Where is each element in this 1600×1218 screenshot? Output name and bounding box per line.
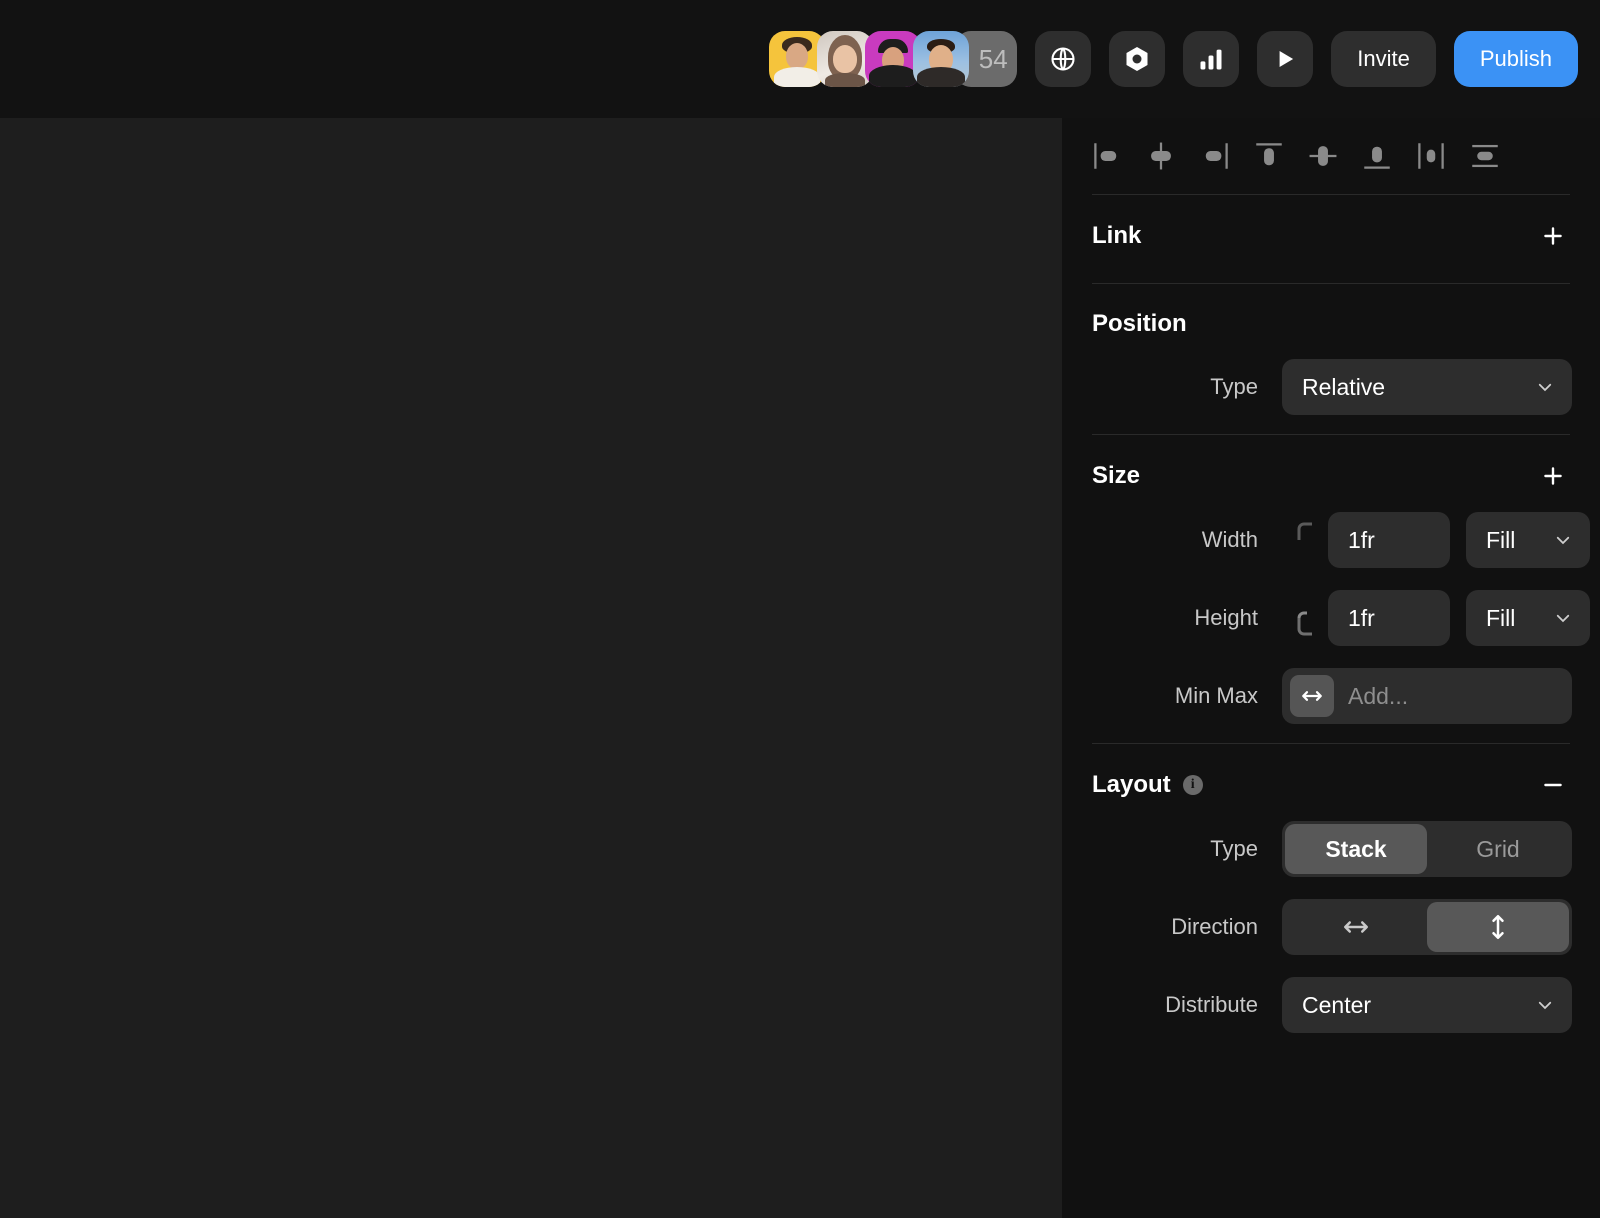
layout-section-header: Layout i: [1062, 744, 1600, 818]
align-top-icon[interactable]: [1242, 129, 1296, 183]
layout-distribute-select[interactable]: Center: [1282, 977, 1572, 1033]
size-width-input[interactable]: 1fr: [1328, 512, 1450, 568]
alignment-toolbar: [1062, 118, 1600, 194]
size-section-title: Size: [1092, 462, 1140, 490]
link-add-button[interactable]: [1538, 221, 1568, 251]
analytics-icon[interactable]: [1183, 31, 1239, 87]
chain-link-icon: [1294, 510, 1316, 570]
layout-direction-row: Direction: [1062, 896, 1600, 958]
size-minmax-placeholder: Add...: [1348, 683, 1408, 710]
chevron-down-icon: [1536, 996, 1554, 1014]
size-height-label: Height: [1092, 605, 1282, 631]
globe-icon[interactable]: [1035, 31, 1091, 87]
position-type-select[interactable]: Relative: [1282, 359, 1572, 415]
layout-distribute-value: Center: [1302, 992, 1371, 1019]
position-section-title: Position: [1092, 310, 1187, 338]
position-type-row: Type Relative: [1062, 356, 1600, 418]
info-icon[interactable]: i: [1183, 775, 1203, 795]
size-height-input[interactable]: 1fr: [1328, 590, 1450, 646]
align-center-horizontal-icon[interactable]: [1134, 129, 1188, 183]
size-height-row: Height 1fr Fill: [1062, 587, 1600, 649]
size-link-top-bracket: [1282, 510, 1328, 570]
properties-panel: Link Position Type Relative: [1062, 118, 1600, 1218]
size-width-unit-select[interactable]: Fill: [1466, 512, 1590, 568]
size-width-label: Width: [1092, 527, 1282, 553]
layout-type-row: Type Stack Grid: [1062, 818, 1600, 880]
design-canvas[interactable]: [0, 118, 1062, 1218]
layout-section-title: Layout i: [1092, 771, 1203, 799]
avatar[interactable]: [913, 31, 969, 87]
toolbar-right-group: 54: [769, 31, 1578, 87]
position-type-label: Type: [1092, 374, 1282, 400]
link-section-header: Link: [1062, 195, 1600, 269]
position-type-value: Relative: [1302, 374, 1385, 401]
invite-button[interactable]: Invite: [1331, 31, 1436, 87]
size-width-row: Width 1fr Fill: [1062, 509, 1600, 571]
size-height-unit-value: Fill: [1486, 605, 1515, 632]
vertical-arrow-icon: [1483, 912, 1513, 942]
layout-distribute-row: Distribute Center: [1062, 974, 1600, 1036]
design-editor-window: 54: [0, 0, 1600, 1218]
components-icon[interactable]: [1109, 31, 1165, 87]
layout-type-option-stack[interactable]: Stack: [1285, 824, 1427, 874]
horizontal-resize-icon[interactable]: [1290, 675, 1334, 717]
preview-play-icon[interactable]: [1257, 31, 1313, 87]
align-right-icon[interactable]: [1188, 129, 1242, 183]
chevron-down-icon: [1536, 378, 1554, 396]
layout-direction-horizontal[interactable]: [1285, 902, 1427, 952]
align-bottom-icon[interactable]: [1350, 129, 1404, 183]
size-height-unit-select[interactable]: Fill: [1466, 590, 1590, 646]
layout-direction-vertical[interactable]: [1427, 902, 1569, 952]
top-toolbar: 54: [0, 0, 1600, 118]
layout-type-segmented-control: Stack Grid: [1282, 821, 1572, 877]
size-minmax-label: Min Max: [1092, 683, 1282, 709]
size-minmax-field[interactable]: Add...: [1282, 668, 1572, 724]
link-section-title: Link: [1092, 222, 1141, 250]
align-left-icon[interactable]: [1080, 129, 1134, 183]
position-section-header: Position: [1062, 284, 1600, 356]
collaborator-avatar-stack[interactable]: 54: [769, 31, 1017, 87]
align-center-vertical-icon[interactable]: [1296, 129, 1350, 183]
layout-type-label: Type: [1092, 836, 1282, 862]
publish-button[interactable]: Publish: [1454, 31, 1578, 87]
size-section-header: Size: [1062, 435, 1600, 509]
chevron-down-icon: [1554, 609, 1572, 627]
chevron-down-icon: [1554, 531, 1572, 549]
distribute-horizontal-icon[interactable]: [1404, 129, 1458, 183]
horizontal-arrow-icon: [1341, 912, 1371, 942]
layout-direction-label: Direction: [1092, 914, 1282, 940]
layout-distribute-label: Distribute: [1092, 992, 1282, 1018]
layout-direction-segmented-control: [1282, 899, 1572, 955]
size-link-toggle[interactable]: [1282, 588, 1328, 648]
layout-type-option-grid[interactable]: Grid: [1427, 824, 1569, 874]
layout-collapse-button[interactable]: [1538, 770, 1568, 800]
unlock-icon: [1294, 588, 1316, 648]
layout-title-text: Layout: [1092, 771, 1171, 799]
size-minmax-row: Min Max Add...: [1062, 665, 1600, 727]
size-add-button[interactable]: [1538, 461, 1568, 491]
distribute-vertical-icon[interactable]: [1458, 129, 1512, 183]
size-width-unit-value: Fill: [1486, 527, 1515, 554]
